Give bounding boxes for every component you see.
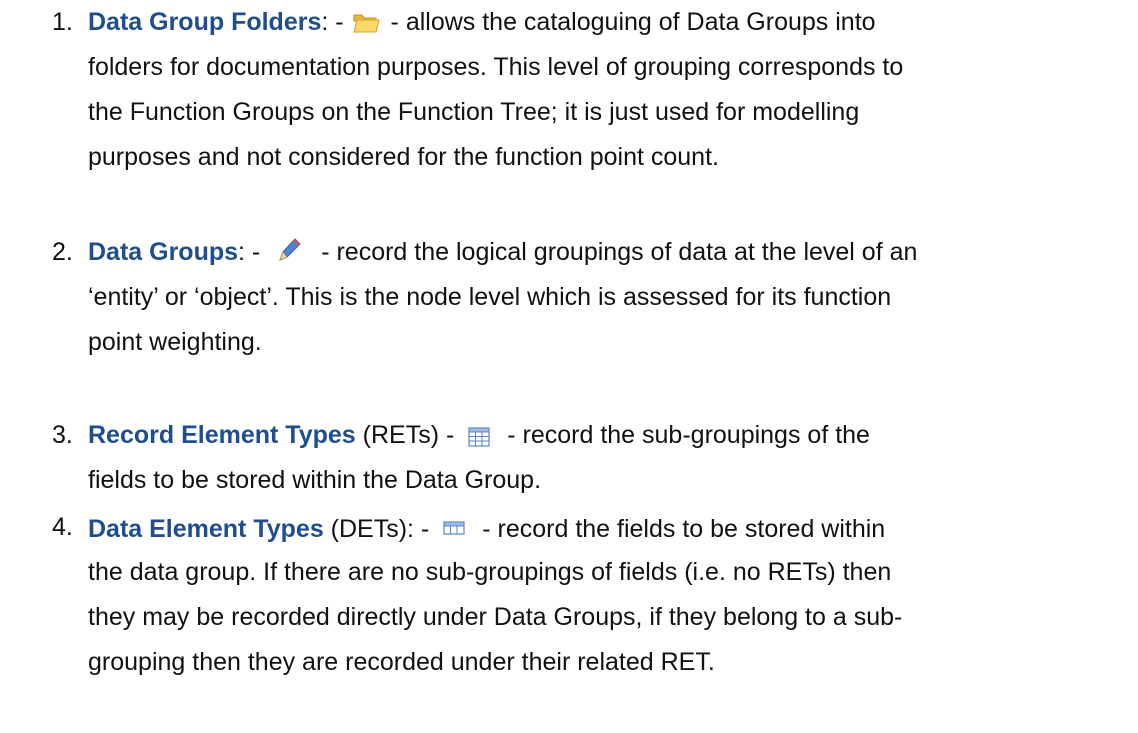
item-description: - record the logical groupings of data a… xyxy=(321,238,918,266)
item-line: the Function Groups on the Function Tree… xyxy=(88,98,860,126)
table-icon xyxy=(468,417,490,462)
item-line: grouping then they are recorded under th… xyxy=(88,648,715,676)
pencil-icon xyxy=(276,234,302,279)
item-line: Data Groups: - - record the logical grou… xyxy=(88,230,1128,275)
item-body: Data Group Folders: - - allows the catal… xyxy=(88,0,1128,180)
item-number: 2. xyxy=(52,238,73,266)
item-line: Data Group Folders: - - allows the catal… xyxy=(88,0,1128,45)
item-term-suffix: : - xyxy=(238,238,261,266)
item-line: point weighting. xyxy=(88,328,262,356)
item-number: 3. xyxy=(52,421,73,449)
item-term: Data Groups xyxy=(88,238,239,266)
item-number: 1. xyxy=(52,8,73,36)
item-line: purposes and not considered for the func… xyxy=(88,143,719,171)
item-body: Record Element Types (RETs) - - record t… xyxy=(88,413,1128,503)
folder-icon xyxy=(352,4,380,49)
field-icon xyxy=(443,505,465,550)
item-term: Data Group Folders xyxy=(88,8,322,36)
item-line: fields to be stored within the Data Grou… xyxy=(88,466,542,494)
item-line: Record Element Types (RETs) - - record t… xyxy=(88,413,1128,458)
item-line: folders for documentation purposes. This… xyxy=(88,53,904,81)
item-number: 4. xyxy=(52,513,73,541)
item-line: they may be recorded directly under Data… xyxy=(88,603,903,631)
item-term-suffix: (RETs) - xyxy=(355,421,455,449)
item-term-suffix: (DETs): - xyxy=(323,515,430,543)
item-line: ‘entity’ or ‘object’. This is the node l… xyxy=(88,283,892,311)
document-page: 1. Data Group Folders: - - allows the ca… xyxy=(0,0,1138,733)
item-description: - record the sub-groupings of the xyxy=(507,421,870,449)
item-body: Data Groups: - - record the logical grou… xyxy=(88,230,1128,365)
item-description: - record the fields to be stored within xyxy=(482,515,886,543)
item-term: Data Element Types xyxy=(88,515,324,543)
item-line: the data group. If there are no sub-grou… xyxy=(88,558,892,586)
item-line: Data Element Types (DETs): - - record th… xyxy=(88,505,1128,550)
item-description: - allows the cataloguing of Data Groups … xyxy=(390,8,876,36)
item-body: Data Element Types (DETs): - - record th… xyxy=(88,505,1128,685)
item-term-suffix: : - xyxy=(321,8,344,36)
item-term: Record Element Types xyxy=(88,421,356,449)
